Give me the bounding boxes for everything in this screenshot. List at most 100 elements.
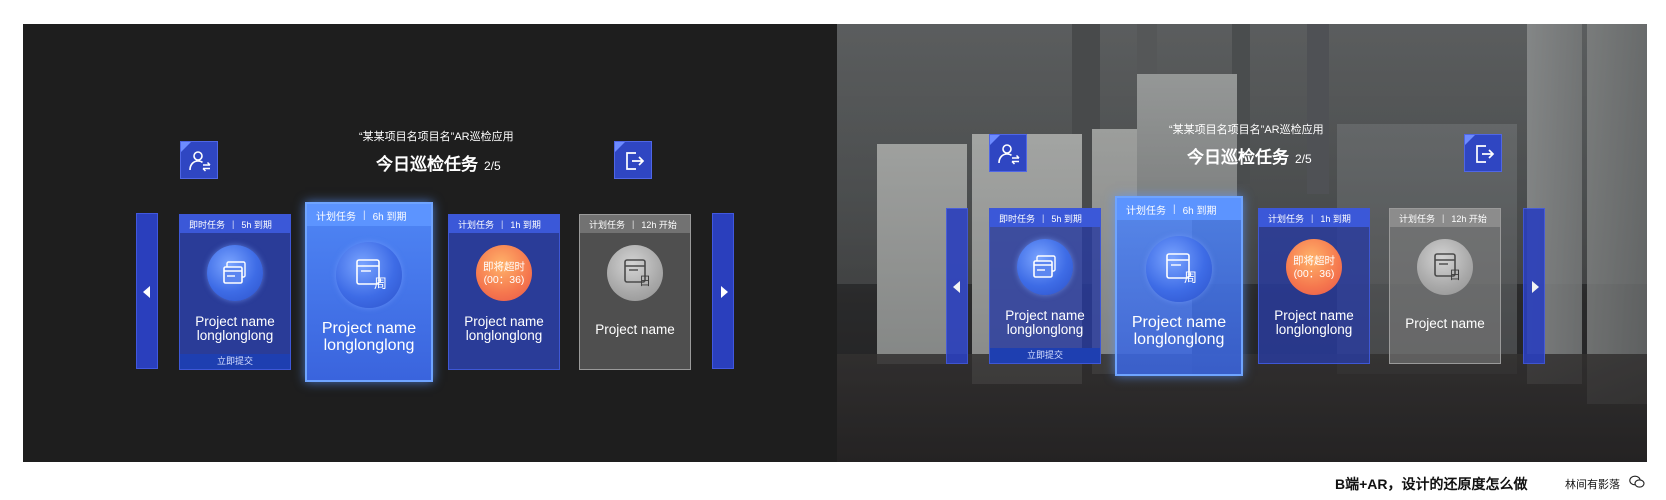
project-name-line1: Project name (1131, 314, 1227, 331)
task-card-selected[interactable]: 计划任务 | 6h 到期 周 Project name longlonglong (1115, 196, 1243, 376)
task-deadline: 1h 到期 (510, 219, 541, 230)
task-type: 即时任务 (999, 213, 1036, 224)
project-name: Project name longlonglong (1259, 309, 1369, 337)
caret-left-icon (143, 286, 150, 298)
ar-preview-panel: “某某项目名项目名”AR巡检应用 今日巡检任务 2/5 即时任务|5h 到期 (837, 24, 1647, 462)
switch-user-button[interactable] (180, 141, 218, 179)
task-card[interactable]: 计划任务 | 1h 到期 即将超时 (00：36) Project name lon… (1258, 208, 1370, 364)
project-name-line2: longlonglong (323, 337, 415, 354)
next-button[interactable] (712, 213, 734, 369)
task-card-header: 计划任务 | 12h 开始 (1390, 209, 1500, 227)
timeout-warning: 即将超时 (00：36) (1286, 255, 1342, 281)
task-card-pending[interactable]: 计划任务 | 12h 开始 日 Project name (579, 214, 691, 370)
project-name-line2: longlonglong (465, 328, 543, 343)
task-icon-badge (207, 245, 263, 301)
previous-button[interactable] (946, 208, 968, 364)
submit-now-button[interactable]: 立即提交 (180, 354, 290, 369)
task-icon-badge: 周 (1146, 236, 1212, 302)
submit-now-button[interactable]: 立即提交 (990, 348, 1100, 363)
project-name-line1: Project name (1274, 308, 1354, 323)
timeout-warning-badge: 即将超时 (00：36) (476, 245, 532, 301)
project-name-line2: longlonglong (1006, 322, 1084, 337)
task-deadline: 1h 到期 (1320, 213, 1351, 224)
window-icon (223, 261, 246, 284)
project-name-line2: longlonglong (196, 328, 274, 343)
task-type: 计划任务 (316, 211, 356, 223)
task-card-header: 计划任务 | 1h 到期 (449, 215, 559, 233)
exit-button[interactable] (1464, 134, 1502, 172)
task-card-header: 计划任务 | 12h 开始 (580, 215, 690, 233)
task-icon-badge (1017, 239, 1073, 295)
app-subtitle: “某某项目名项目名”AR巡检应用 (1169, 124, 1324, 136)
task-deadline: 12h 开始 (641, 219, 677, 230)
logout-icon (626, 152, 645, 170)
project-name: Project name longlonglong (990, 309, 1100, 337)
user-switch-icon (189, 151, 211, 172)
weekly-calendar-icon: 周 (356, 259, 387, 291)
task-card[interactable]: 即时任务 | 5h 到期 Project name longlonglong 立即提… (179, 214, 291, 370)
dark-preview-panel: “某某项目名项目名”AR巡检应用 今日巡检任务 2/5 即时任务|5h 到期 (23, 24, 837, 462)
wechat-icon (1629, 475, 1645, 488)
project-name-line1: Project name (1405, 316, 1485, 331)
task-type: 计划任务 (1126, 205, 1166, 217)
project-name: Project name longlonglong (307, 320, 431, 354)
task-card-pending[interactable]: 计划任务 | 12h 开始 日 Project name (1389, 208, 1501, 364)
task-type: 计划任务 (1399, 213, 1436, 224)
task-icon-badge: 日 (607, 245, 663, 301)
task-card-header: 计划任务 | 6h 到期 (1117, 198, 1241, 220)
daily-calendar-icon: 日 (624, 259, 651, 288)
timeout-warning: 即将超时 (00：36) (476, 261, 532, 287)
project-name-line2: longlonglong (1133, 331, 1225, 348)
switch-user-button[interactable] (989, 134, 1027, 172)
daily-calendar-icon: 日 (1434, 253, 1461, 282)
task-progress: 2/5 (1295, 152, 1312, 166)
page-title: 今日巡检任务 2/5 (1187, 143, 1312, 168)
task-card-header: 计划任务 | 1h 到期 (1259, 209, 1369, 227)
page-title-text: 今日巡检任务 (376, 155, 478, 174)
task-card-header: 即时任务 | 5h 到期 (990, 209, 1100, 227)
task-deadline: 12h 开始 (1451, 213, 1487, 224)
exit-button[interactable] (614, 141, 652, 179)
task-type: 计划任务 (589, 219, 626, 230)
project-name: Project name (1390, 317, 1500, 331)
project-name-line1: Project name (195, 314, 275, 329)
task-type: 计划任务 (458, 219, 495, 230)
caret-right-icon (1532, 281, 1539, 293)
timeout-warning-badge: 即将超时 (00：36) (1286, 239, 1342, 295)
task-progress: 2/5 (484, 159, 501, 173)
project-name-line1: Project name (464, 314, 544, 329)
task-icon-badge: 周 (336, 242, 402, 308)
task-card-selected[interactable]: 计划任务 | 6h 到期 周 Project name longlonglong (305, 202, 433, 382)
task-icon-badge: 日 (1417, 239, 1473, 295)
project-name: Project name longlonglong (1117, 314, 1241, 348)
project-name-line1: Project name (595, 322, 675, 337)
task-type: 计划任务 (1268, 213, 1305, 224)
task-card-header: 即时任务 | 5h 到期 (180, 215, 290, 233)
task-deadline: 5h 到期 (241, 219, 272, 230)
task-deadline: 6h 到期 (1182, 205, 1217, 217)
task-card-header: 计划任务 | 6h 到期 (307, 204, 431, 226)
timeout-countdown: (00：36) (1293, 268, 1335, 280)
task-card[interactable]: 计划任务 | 1h 到期 即将超时 (00：36) Project name lon… (448, 214, 560, 370)
window-icon (1033, 255, 1056, 278)
project-name: Project name (580, 323, 690, 337)
previous-button[interactable] (136, 213, 158, 369)
timeout-countdown: (00：36) (483, 274, 525, 286)
task-type: 即时任务 (189, 219, 226, 230)
project-name-line1: Project name (321, 320, 417, 337)
task-deadline: 6h 到期 (372, 211, 407, 223)
logout-icon (1476, 145, 1495, 163)
weekly-calendar-icon: 周 (1166, 253, 1197, 285)
article-title: B端+AR，设计的还原度怎么做 (1335, 476, 1528, 492)
task-card[interactable]: 即时任务 | 5h 到期 Project name longlonglong 立即提… (989, 208, 1101, 364)
project-name: Project name longlonglong (449, 315, 559, 343)
calendar-badge: 日 (639, 274, 651, 288)
caret-right-icon (721, 286, 728, 298)
app-subtitle: “某某项目名项目名”AR巡检应用 (359, 131, 514, 143)
next-button[interactable] (1523, 208, 1545, 364)
caret-left-icon (953, 281, 960, 293)
page-title: 今日巡检任务 2/5 (376, 150, 501, 175)
page-title-text: 今日巡检任务 (1187, 148, 1289, 167)
author-name: 林间有影落 (1565, 479, 1620, 491)
project-name-line1: Project name (1005, 308, 1085, 323)
